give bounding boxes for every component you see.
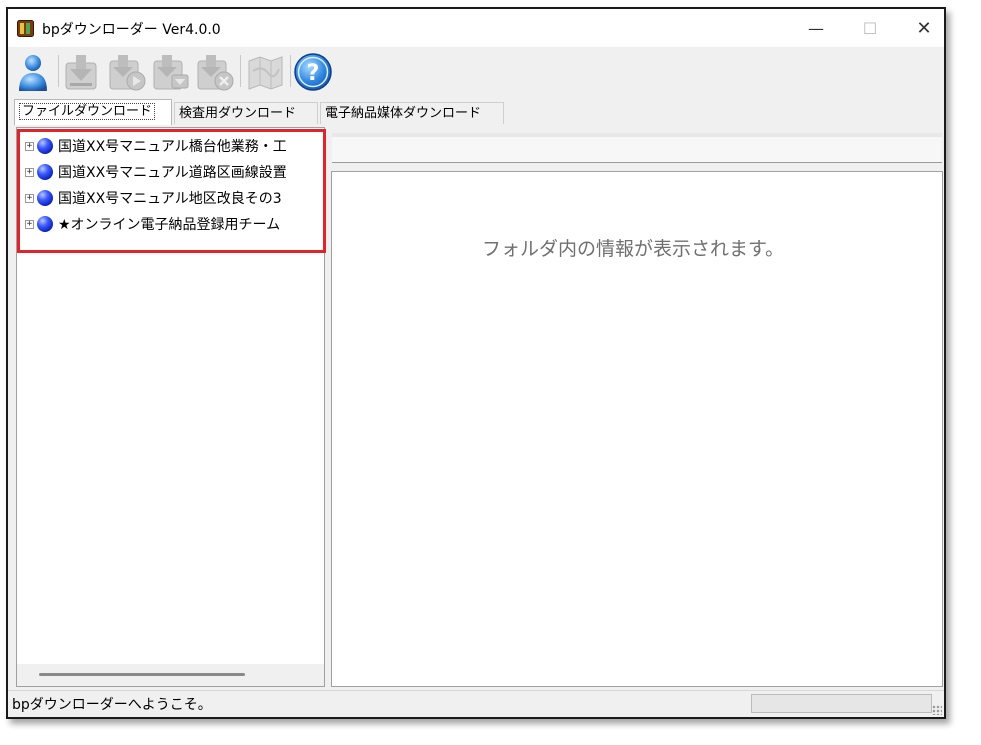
svg-text:?: ? (307, 61, 320, 86)
status-bar: bpダウンローダーへようこそ。 (8, 690, 944, 717)
horizontal-scrollbar[interactable] (17, 664, 324, 686)
download-folder-icon (153, 55, 189, 90)
delete-download-button[interactable] (194, 51, 236, 93)
content-placeholder: フォルダ内の情報が表示されます。 (482, 238, 785, 260)
app-icon (17, 20, 34, 37)
user-icon (19, 55, 47, 91)
path-bar (332, 133, 942, 163)
delete-download-icon (197, 55, 234, 91)
highlight-box (17, 129, 326, 253)
toolbar-separator (240, 55, 241, 87)
resize-grip-icon[interactable] (932, 705, 942, 715)
minimize-icon: — (808, 18, 824, 38)
title-bar[interactable]: bpダウンローダー Ver4.0.0 — ☐ ✕ (8, 9, 944, 47)
map-icon (248, 56, 283, 90)
play-download-icon (109, 55, 146, 91)
tab-file-download[interactable]: ファイルダウンロード (14, 99, 172, 125)
toolbar: ? (8, 47, 944, 99)
main-window: bpダウンローダー Ver4.0.0 — ☐ ✕ ? ファイルダウンロード 検査… (6, 7, 946, 719)
folder-content-pane[interactable]: フォルダ内の情報が表示されます。 (331, 171, 943, 687)
download-folder-button[interactable] (150, 51, 192, 93)
status-text: bpダウンローダーへようこそ。 (12, 697, 212, 713)
toolbar-separator (290, 55, 291, 87)
close-button[interactable]: ✕ (896, 9, 952, 47)
help-icon: ? (294, 53, 332, 91)
tab-inspection-download[interactable]: 検査用ダウンロード (174, 102, 318, 124)
tab-label: 電子納品媒体ダウンロード (325, 106, 482, 121)
project-tree[interactable]: + 国道XX号マニュアル橋台他業務・工 + 国道XX号マニュアル道路区画線設置 … (16, 127, 326, 687)
play-download-button[interactable] (106, 51, 148, 93)
maximize-button[interactable]: ☐ (842, 9, 898, 47)
download-button[interactable] (62, 51, 104, 93)
path-bar-strip (332, 133, 942, 137)
tab-label: 検査用ダウンロード (179, 106, 297, 121)
scrollbar-thumb[interactable] (39, 673, 245, 676)
maximize-icon: ☐ (862, 18, 878, 38)
toolbar-separator (58, 55, 59, 87)
help-button[interactable]: ? (292, 51, 334, 93)
download-icon (65, 55, 97, 90)
user-button[interactable] (12, 51, 54, 93)
tab-media-download[interactable]: 電子納品媒体ダウンロード (320, 102, 504, 124)
close-icon: ✕ (916, 17, 932, 39)
minimize-button[interactable]: — (788, 9, 844, 47)
status-progress (751, 694, 932, 713)
tab-label: ファイルダウンロード (19, 103, 156, 120)
window-title: bpダウンローダー Ver4.0.0 (42, 22, 221, 38)
tab-strip: ファイルダウンロード 検査用ダウンロード 電子納品媒体ダウンロード (14, 99, 944, 125)
map-button[interactable] (244, 51, 286, 93)
